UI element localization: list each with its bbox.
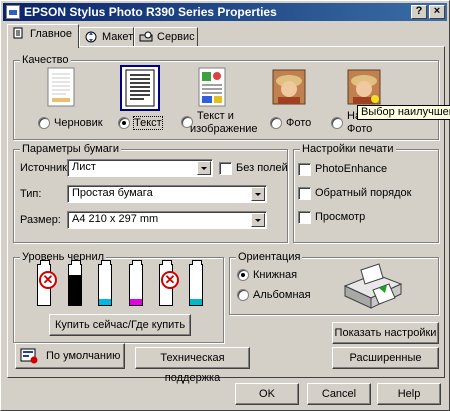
reverse-order-label: Обратный порядок [315, 187, 412, 199]
borderless-label: Без полей [236, 162, 288, 174]
preview-label: Просмотр [315, 211, 366, 223]
printer-app-icon [6, 5, 20, 19]
chevron-down-icon[interactable] [251, 187, 265, 201]
text-image-label-line1: Текст и [197, 110, 234, 122]
tab-main-label: Главное [30, 28, 73, 40]
ink-level-fill [99, 299, 111, 305]
source-label: Источник: [20, 162, 71, 174]
best-photo-radio[interactable] [331, 117, 343, 129]
type-select[interactable]: Простая бумага [67, 185, 267, 203]
ink-level-fill [190, 299, 202, 305]
chevron-down-icon[interactable] [251, 213, 265, 227]
preview-checkbox[interactable] [298, 211, 311, 224]
support-button[interactable]: Техническая поддержка [135, 347, 250, 384]
ink-cartridge-cap [71, 260, 81, 265]
text-image-page-icon[interactable] [195, 66, 229, 108]
ink-level-fill [130, 299, 142, 305]
ink-empty-icon: ✕ [161, 271, 179, 289]
tab-service-label: Сервис [157, 31, 195, 43]
quality-tooltip: Выбор наилучшей, ф [357, 105, 450, 120]
defaults-button[interactable]: По умолчанию [15, 343, 125, 369]
ok-button[interactable]: OK [235, 383, 299, 405]
print-settings-label: Настройки печати [300, 143, 396, 155]
ink-cartridge-cap [40, 260, 50, 265]
best-photo-label-line2: Фото [347, 123, 373, 135]
ink-cartridge-cap [101, 260, 111, 265]
printer-page-icon [13, 27, 23, 39]
source-value: Лист [72, 161, 96, 173]
orientation-group: Ориентация [229, 251, 439, 315]
close-titlebar-button[interactable]: × [429, 5, 445, 19]
tab-main[interactable]: Главное [7, 24, 79, 48]
defaults-button-label: По умолчанию [46, 350, 121, 362]
text-page-icon [125, 69, 155, 107]
advanced-button[interactable]: Расширенные [332, 347, 439, 369]
defaults-icon [20, 348, 38, 364]
ink-cartridge [68, 260, 82, 306]
title-bar[interactable]: EPSON Stylus Photo R390 Series Propertie… [3, 3, 447, 21]
properties-window: EPSON Stylus Photo R390 Series Propertie… [0, 0, 450, 411]
reverse-order-checkbox[interactable] [298, 187, 311, 200]
service-icon [139, 31, 153, 42]
ink-level-fill [69, 275, 81, 305]
printer-portrait-icon [343, 263, 403, 309]
text-label: Текст [133, 116, 163, 130]
text-radio[interactable] [118, 117, 130, 129]
ink-empty-icon: ✕ [39, 271, 57, 289]
ink-cartridge-cap [162, 260, 172, 265]
tab-layout[interactable]: Макет [79, 27, 134, 47]
type-value: Простая бумага [72, 187, 153, 199]
tab-service[interactable]: Сервис [134, 27, 198, 47]
text-quality-selected-frame[interactable] [120, 65, 160, 111]
ink-cartridge-cap [192, 260, 202, 265]
help-button[interactable]: Help [377, 383, 441, 405]
quality-group-label: Качество [20, 54, 71, 66]
window-title: EPSON Stylus Photo R390 Series Propertie… [24, 5, 277, 19]
show-settings-button[interactable]: Показать настройки [332, 322, 439, 344]
size-select[interactable]: A4 210 x 297 mm [67, 211, 267, 229]
help-titlebar-button[interactable]: ? [411, 5, 427, 19]
type-label: Тип: [20, 188, 42, 200]
paper-settings-label: Параметры бумаги [20, 143, 121, 155]
draft-page-icon[interactable] [44, 66, 78, 108]
text-image-label-line2: изображение [190, 123, 258, 135]
size-value: A4 210 x 297 mm [72, 213, 159, 225]
ink-cartridge [98, 260, 112, 306]
photo-icon[interactable] [272, 69, 306, 105]
size-label: Размер: [20, 214, 61, 226]
cancel-button[interactable]: Cancel [307, 383, 371, 405]
photo-radio[interactable] [270, 117, 282, 129]
draft-radio[interactable] [38, 117, 50, 129]
ink-cartridge [189, 260, 203, 306]
borderless-checkbox[interactable] [219, 162, 232, 175]
best-photo-icon[interactable] [347, 69, 381, 105]
buy-ink-button[interactable]: Купить сейчас/Где купить [49, 314, 191, 336]
photo-enhance-checkbox[interactable] [298, 163, 311, 176]
ink-level-label: Уровень чернил [20, 251, 107, 263]
orientation-label: Ориентация [236, 251, 303, 263]
photo-label: Фото [286, 117, 312, 129]
chevron-down-icon[interactable] [197, 161, 211, 175]
source-select[interactable]: Лист [67, 159, 213, 177]
ink-cartridge-cap [132, 260, 142, 265]
draft-label: Черновик [54, 117, 103, 129]
layout-icon [85, 31, 97, 43]
portrait-label: Книжная [253, 269, 298, 281]
ink-cartridge [129, 260, 143, 306]
landscape-radio[interactable] [237, 289, 249, 301]
photo-enhance-label: PhotoEnhance [315, 163, 388, 175]
landscape-label: Альбомная [253, 289, 311, 301]
tab-layout-label: Макет [102, 31, 134, 43]
portrait-radio[interactable] [237, 269, 249, 281]
